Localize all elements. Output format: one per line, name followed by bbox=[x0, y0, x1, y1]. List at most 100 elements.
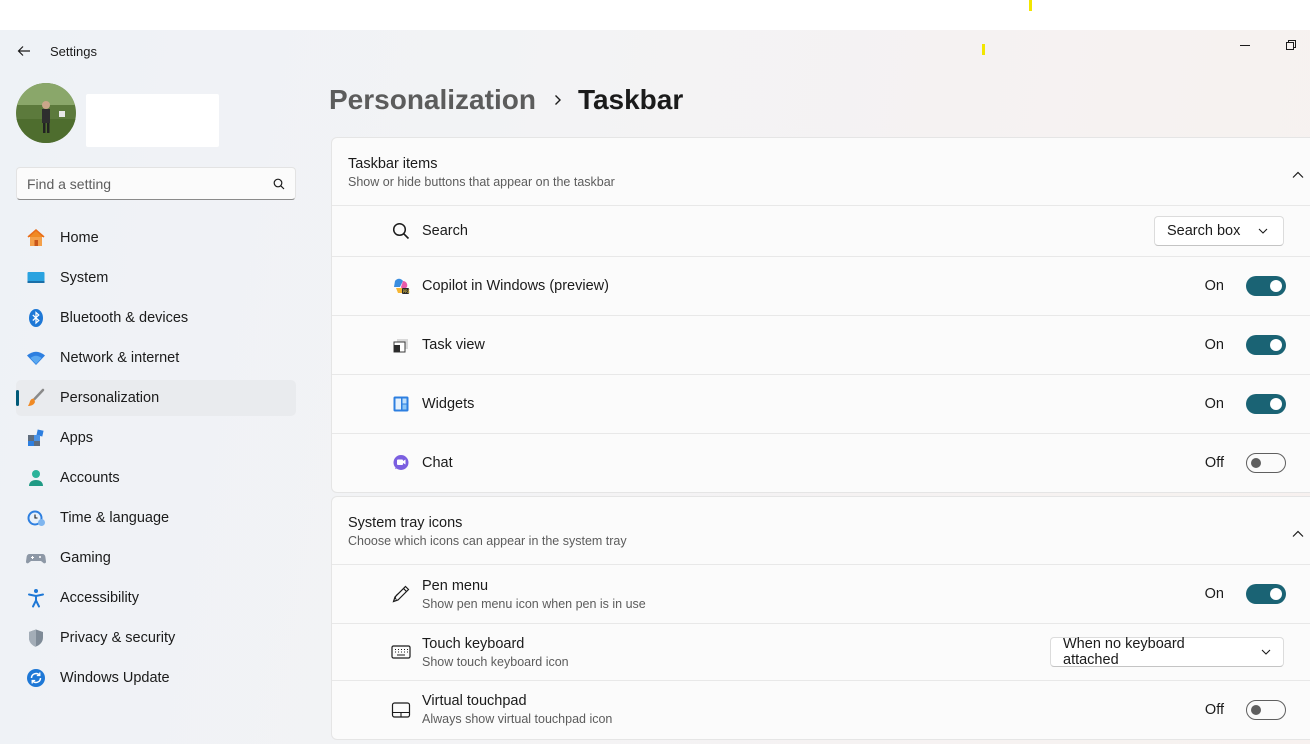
chevron-down-icon bbox=[1258, 228, 1268, 234]
sidebar-item-label: Personalization bbox=[60, 390, 160, 406]
sidebar-item-label: Privacy & security bbox=[60, 630, 176, 646]
chevron-up-icon[interactable] bbox=[1292, 525, 1304, 543]
gamepad-icon bbox=[26, 548, 46, 568]
bluetooth-icon bbox=[26, 308, 46, 328]
minimize-button[interactable] bbox=[1230, 34, 1260, 56]
setting-description: Show touch keyboard icon bbox=[422, 655, 569, 669]
clock-globe-icon bbox=[26, 508, 46, 528]
sidebar-item-label: Apps bbox=[60, 430, 94, 446]
search-icon bbox=[390, 220, 412, 242]
widgets-icon bbox=[390, 393, 412, 415]
apps-icon bbox=[26, 428, 46, 448]
keyboard-icon bbox=[390, 641, 412, 663]
setting-label: Task view bbox=[422, 337, 485, 353]
sidebar-item-privacy[interactable]: Privacy & security bbox=[16, 620, 296, 656]
taskbar-items-header[interactable]: Taskbar items Show or hide buttons that … bbox=[332, 138, 1310, 206]
setting-row-virtual-touchpad: Virtual touchpad Always show virtual tou… bbox=[332, 681, 1310, 739]
virtual-touchpad-toggle[interactable] bbox=[1246, 700, 1286, 720]
sidebar-item-label: Network & internet bbox=[60, 350, 180, 366]
page-title: Taskbar bbox=[577, 84, 684, 115]
section-title: Taskbar items bbox=[348, 156, 438, 172]
shield-icon bbox=[26, 628, 46, 648]
sidebar-item-apps[interactable]: Apps bbox=[16, 420, 296, 456]
setting-row-pen-menu: Pen menu Show pen menu icon when pen is … bbox=[332, 565, 1310, 624]
yellow-marker bbox=[1029, 0, 1032, 11]
toggle-state: On bbox=[1204, 278, 1224, 294]
chevron-up-icon[interactable] bbox=[1292, 166, 1304, 184]
breadcrumb-parent[interactable]: Personalization bbox=[329, 84, 536, 116]
toggle-state: On bbox=[1204, 396, 1224, 412]
task-view-toggle-group: On bbox=[1205, 335, 1286, 355]
setting-row-chat: Chat Off bbox=[332, 434, 1310, 492]
back-arrow-icon bbox=[17, 46, 30, 56]
account-name-box bbox=[86, 94, 219, 147]
restore-button[interactable] bbox=[1276, 34, 1306, 56]
setting-description: Show pen menu icon when pen is in use bbox=[422, 597, 646, 611]
chat-toggle[interactable] bbox=[1246, 453, 1286, 473]
search-input[interactable] bbox=[27, 175, 273, 192]
accounts-icon bbox=[26, 468, 46, 488]
chevron-down-icon bbox=[1261, 649, 1271, 655]
copilot-toggle[interactable] bbox=[1246, 276, 1286, 296]
setting-label: Copilot in Windows (preview) bbox=[422, 278, 609, 294]
avatar[interactable] bbox=[16, 83, 76, 143]
sidebar-item-label: Bluetooth & devices bbox=[60, 310, 189, 326]
search-icon bbox=[273, 178, 285, 189]
sidebar-item-network[interactable]: Network & internet bbox=[16, 340, 296, 376]
app-title: Settings bbox=[50, 44, 97, 59]
toggle-state: On bbox=[1204, 586, 1224, 602]
section-subtitle: Show or hide buttons that appear on the … bbox=[348, 175, 615, 189]
restore-icon bbox=[1286, 40, 1296, 50]
sidebar-item-personalization[interactable]: Personalization bbox=[16, 380, 296, 416]
sidebar-item-accounts[interactable]: Accounts bbox=[16, 460, 296, 496]
setting-row-widgets: Widgets On bbox=[332, 375, 1310, 434]
setting-row-task-view: Task view On bbox=[332, 316, 1310, 375]
search-mode-dropdown[interactable]: Search box bbox=[1154, 216, 1284, 246]
sidebar-item-time-language[interactable]: Time & language bbox=[16, 500, 296, 536]
setting-row-touch-keyboard: Touch keyboard Show touch keyboard icon … bbox=[332, 624, 1310, 681]
back-button[interactable] bbox=[12, 40, 36, 62]
sidebar-item-bluetooth[interactable]: Bluetooth & devices bbox=[16, 300, 296, 336]
setting-row-copilot: PRE Copilot in Windows (preview) On bbox=[332, 257, 1310, 316]
sidebar-item-home[interactable]: Home bbox=[16, 220, 296, 256]
system-icon bbox=[26, 268, 46, 288]
sidebar-item-label: System bbox=[60, 270, 109, 286]
wifi-icon bbox=[26, 348, 46, 368]
task-view-toggle[interactable] bbox=[1246, 335, 1286, 355]
toggle-state: Off bbox=[1204, 702, 1224, 718]
dropdown-value: Search box bbox=[1167, 223, 1241, 239]
setting-label: Widgets bbox=[422, 396, 475, 412]
dropdown-value: When no keyboard attached bbox=[1063, 636, 1185, 668]
svg-text:PRE: PRE bbox=[403, 289, 410, 294]
toggle-state: Off bbox=[1204, 455, 1224, 471]
sidebar-nav: Home System Bluetooth & devices Network … bbox=[16, 220, 296, 700]
sidebar-item-gaming[interactable]: Gaming bbox=[16, 540, 296, 576]
breadcrumb: Personalization Taskbar bbox=[329, 84, 683, 116]
top-strip bbox=[0, 0, 1310, 30]
brush-icon bbox=[26, 388, 46, 408]
yellow-marker bbox=[982, 44, 985, 55]
task-view-icon bbox=[390, 334, 412, 356]
sidebar-item-label: Accessibility bbox=[60, 590, 139, 606]
widgets-toggle[interactable] bbox=[1246, 394, 1286, 414]
search-box[interactable] bbox=[16, 167, 296, 200]
section-subtitle: Choose which icons can appear in the sys… bbox=[348, 534, 627, 548]
setting-label: Search bbox=[422, 223, 468, 239]
sidebar-item-label: Gaming bbox=[60, 550, 111, 566]
touch-keyboard-dropdown[interactable]: When no keyboard attached bbox=[1050, 636, 1284, 668]
taskbar-items-card: Taskbar items Show or hide buttons that … bbox=[331, 137, 1310, 493]
setting-label: Pen menu bbox=[422, 578, 489, 594]
copilot-icon: PRE bbox=[390, 275, 412, 297]
widgets-toggle-group: On bbox=[1205, 394, 1286, 414]
system-tray-header[interactable]: System tray icons Choose which icons can… bbox=[332, 497, 1310, 565]
minimize-icon bbox=[1240, 45, 1250, 46]
pen-menu-toggle[interactable] bbox=[1246, 584, 1286, 604]
setting-description: Always show virtual touchpad icon bbox=[422, 712, 613, 726]
toggle-state: On bbox=[1204, 337, 1224, 353]
virtual-touchpad-toggle-group: Off bbox=[1205, 700, 1286, 720]
sidebar-item-windows-update[interactable]: Windows Update bbox=[16, 660, 296, 696]
sidebar-item-accessibility[interactable]: Accessibility bbox=[16, 580, 296, 616]
sidebar-item-system[interactable]: System bbox=[16, 260, 296, 296]
home-icon bbox=[26, 228, 46, 248]
chat-toggle-group: Off bbox=[1205, 453, 1286, 473]
